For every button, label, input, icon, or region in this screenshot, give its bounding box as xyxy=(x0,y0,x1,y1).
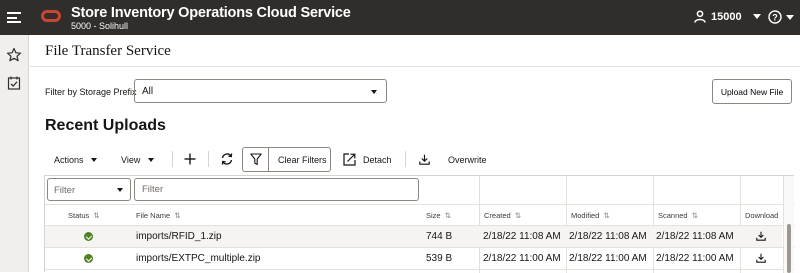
toolbar-divider xyxy=(208,151,209,167)
file-name-cell: imports/RFID_1.zip xyxy=(136,231,222,242)
view-menu[interactable]: View xyxy=(121,155,154,165)
user-icon xyxy=(694,10,706,23)
filter-select-placeholder: Filter xyxy=(54,185,76,196)
column-header-label: Size xyxy=(426,211,441,220)
filter-input[interactable] xyxy=(134,178,419,201)
store-subtitle: 5000 - Solihull xyxy=(71,21,129,31)
sort-icon: ⇅ xyxy=(174,211,181,220)
page-header: File Transfer Service xyxy=(30,35,800,67)
size-cell: 539 B xyxy=(426,253,453,264)
chevron-down-icon xyxy=(786,14,794,20)
column-header-created[interactable]: Created ⇅ xyxy=(484,211,521,220)
download-icon[interactable] xyxy=(756,253,766,263)
storage-prefix-select[interactable]: All xyxy=(134,79,387,103)
filter-icon xyxy=(250,153,262,166)
download-icon[interactable] xyxy=(419,154,430,165)
menu-icon[interactable] xyxy=(7,12,21,23)
size-cell: 744 B xyxy=(426,231,453,242)
chevron-down-icon xyxy=(148,158,154,162)
toolbar-divider xyxy=(405,151,406,167)
chevron-down-icon xyxy=(117,188,123,192)
oracle-logo xyxy=(41,10,61,22)
success-check-icon xyxy=(84,254,93,263)
created-cell: 2/18/22 11:08 AM xyxy=(483,231,561,242)
scanned-cell: 2/18/22 11:00 AM xyxy=(656,253,734,264)
success-check-icon xyxy=(84,232,93,241)
svg-text:?: ? xyxy=(772,13,778,23)
column-header-label: Scanned xyxy=(658,211,688,220)
add-icon[interactable] xyxy=(184,153,196,165)
user-menu[interactable]: 15000 xyxy=(694,10,761,23)
detach-icon xyxy=(343,153,356,166)
actions-menu[interactable]: Actions xyxy=(54,155,97,165)
table-scrollbar[interactable] xyxy=(783,176,794,273)
column-header-download: Download xyxy=(745,211,779,220)
modified-cell: 2/18/22 11:08 AM xyxy=(569,231,647,242)
column-header-label: Created xyxy=(484,211,511,220)
row-divider xyxy=(45,204,795,205)
row-divider xyxy=(45,269,795,270)
page-title: File Transfer Service xyxy=(45,43,171,59)
tasks-icon[interactable] xyxy=(6,75,22,91)
clear-filters-button[interactable]: Clear Filters xyxy=(242,147,331,172)
overwrite-button[interactable]: Overwrite xyxy=(448,155,487,165)
sort-icon: ⇅ xyxy=(603,211,610,220)
sort-icon: ⇅ xyxy=(444,211,451,220)
uploads-table: Filter Status⇅ File Name⇅ Size⇅ Created⇅… xyxy=(44,175,795,273)
filter-column-select[interactable]: Filter xyxy=(47,178,131,201)
column-header-modified[interactable]: Modified ⇅ xyxy=(571,211,610,220)
modified-cell: 2/18/22 11:00 AM xyxy=(569,253,647,264)
column-header-label: Modified xyxy=(571,211,600,220)
detach-label: Detach xyxy=(363,155,392,165)
view-label: View xyxy=(121,155,141,165)
column-header-label: Status xyxy=(68,211,90,220)
file-name-cell: imports/EXTPC_multiple.zip xyxy=(136,253,261,264)
button-divider xyxy=(268,148,269,171)
column-header-label: File Name xyxy=(136,211,171,220)
column-header-scanned[interactable]: Scanned ⇅ xyxy=(658,211,698,220)
sort-icon: ⇅ xyxy=(691,211,698,220)
user-id: 15000 xyxy=(711,10,742,23)
favorites-star-icon[interactable] xyxy=(6,47,22,63)
section-title: Recent Uploads xyxy=(45,117,166,134)
table-row[interactable]: imports/EXTPC_multiple.zip 539 B 2/18/22… xyxy=(45,248,782,269)
download-icon[interactable] xyxy=(756,231,766,241)
column-header-file-name[interactable]: File Name ⇅ xyxy=(136,211,180,220)
sort-icon: ⇅ xyxy=(514,211,521,220)
chevron-down-icon xyxy=(91,158,97,162)
table-row[interactable]: imports/RFID_1.zip 744 B 2/18/22 11:08 A… xyxy=(45,226,782,247)
upload-new-file-button[interactable]: Upload New File xyxy=(712,79,792,104)
chevron-down-icon xyxy=(371,90,377,94)
toolbar-divider xyxy=(172,151,173,167)
actions-label: Actions xyxy=(54,155,84,165)
storage-prefix-label: Filter by Storage Prefix xyxy=(45,87,137,97)
chevron-down-icon xyxy=(752,14,761,19)
column-header-status[interactable]: Status ⇅ xyxy=(68,211,100,220)
app-header: Store Inventory Operations Cloud Service… xyxy=(0,0,800,35)
created-cell: 2/18/22 11:00 AM xyxy=(483,253,561,264)
clear-filters-label: Clear Filters xyxy=(278,155,327,165)
sort-icon: ⇅ xyxy=(93,211,100,220)
help-menu[interactable]: ? xyxy=(768,10,794,24)
scrollbar-thumb[interactable] xyxy=(787,224,791,273)
app-title: Store Inventory Operations Cloud Service xyxy=(71,5,351,21)
help-icon: ? xyxy=(768,10,782,24)
storage-prefix-value: All xyxy=(142,86,154,97)
scanned-cell: 2/18/22 11:08 AM xyxy=(656,231,734,242)
refresh-icon[interactable] xyxy=(220,152,234,166)
sidebar xyxy=(0,35,29,272)
column-header-size[interactable]: Size ⇅ xyxy=(426,211,451,220)
